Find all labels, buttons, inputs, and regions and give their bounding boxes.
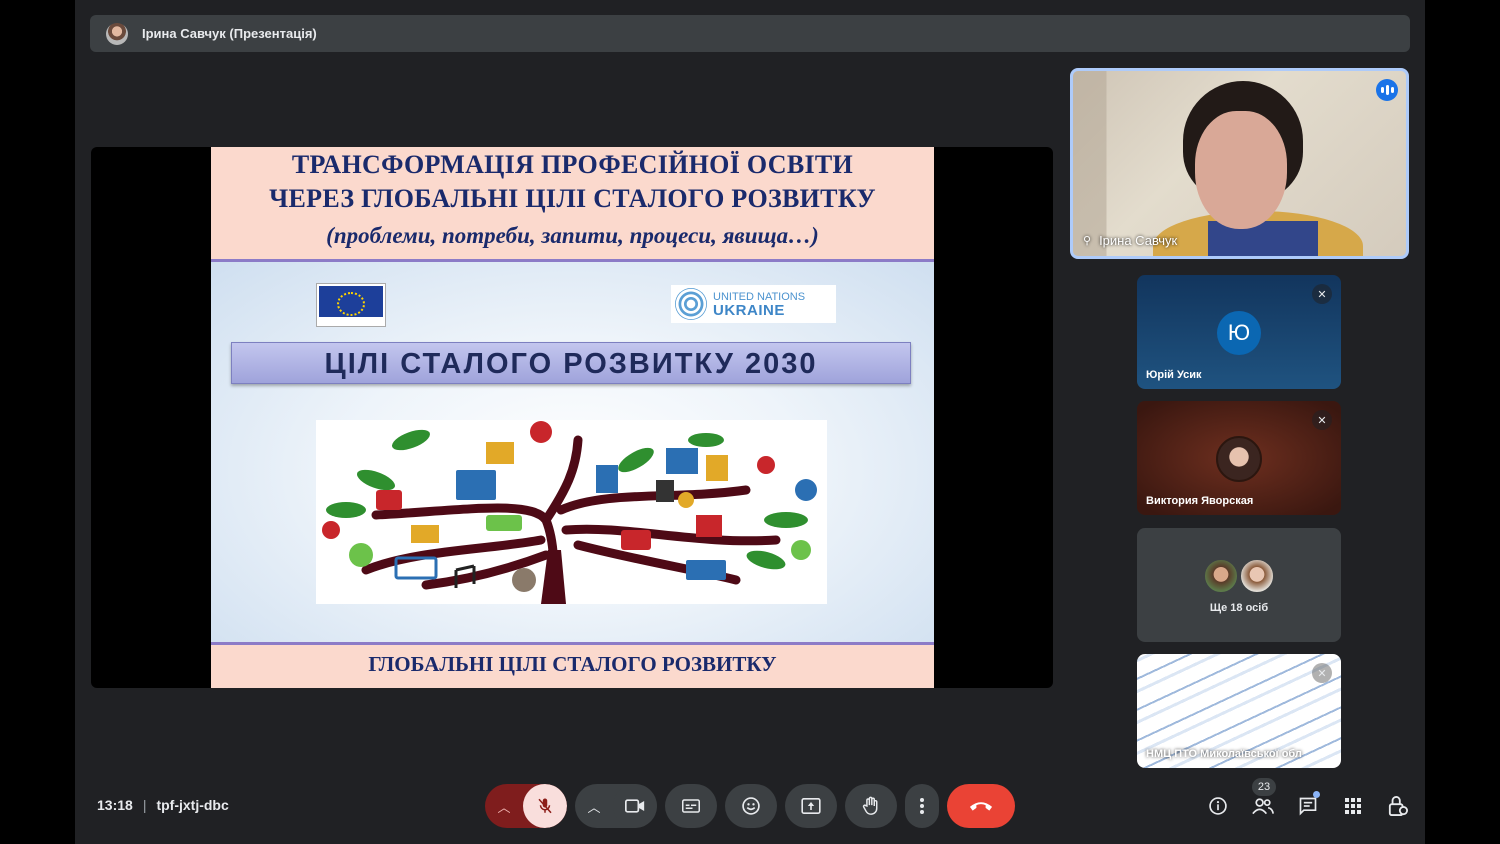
mic-off-icon: ✕ <box>1312 284 1332 304</box>
participant-avatar <box>1203 558 1239 594</box>
pin-icon[interactable]: ⚲ <box>1083 234 1091 247</box>
slide-subtitle: (проблеми, потреби, запити, процеси, яви… <box>326 223 819 248</box>
captions-button[interactable] <box>665 784 717 828</box>
tree-of-icons-image <box>322 421 817 604</box>
mic-off-icon <box>538 798 552 814</box>
meeting-code[interactable]: tpf-jxtj-dbc <box>156 797 228 813</box>
info-icon <box>1208 797 1227 815</box>
presenter-avatar <box>106 22 128 45</box>
video-options-chevron-icon[interactable]: ︿ <box>575 784 613 828</box>
presenter-title: Ірина Савчук (Презентація) <box>142 26 317 41</box>
more-vert-icon <box>920 798 924 814</box>
meeting-info: 13:18 | tpf-jxtj-dbc <box>97 797 229 813</box>
active-speaker-tile[interactable]: ⚲ Ірина Савчук <box>1070 68 1409 259</box>
slide-title-line2: ЧЕРЕЗ ГЛОБАЛЬНІ ЦІЛІ СТАЛОГО РОЗВИТКУ <box>269 184 876 213</box>
people-icon <box>1251 798 1274 815</box>
un-emblem-icon <box>675 288 707 320</box>
mic-off-button[interactable] <box>523 784 567 828</box>
slide-footer: ГЛОБАЛЬНІ ЦІЛІ СТАЛОГО РОЗВИТКУ <box>368 652 777 676</box>
microphone-control: ︿ <box>485 784 567 828</box>
un-logo-line2: UKRAINE <box>713 302 785 319</box>
speaker-name: ⚲ Ірина Савчук <box>1083 233 1177 248</box>
present-screen-icon <box>801 798 821 814</box>
speaker-shirt <box>1208 221 1318 256</box>
slide-header: ТРАНСФОРМАЦІЯ ПРОФЕСІЙНОЇ ОСВІТИ ЧЕРЕЗ Г… <box>211 147 934 257</box>
un-ukraine-logo: UNITED NATIONS UKRAINE <box>671 285 836 323</box>
lock-person-icon <box>1388 796 1408 816</box>
slide-body: UNITED NATIONS UKRAINE ЦІЛІ СТАЛОГО РОЗВ… <box>211 259 934 645</box>
side-panel-buttons: 23 <box>1195 778 1420 832</box>
speaker-video <box>1153 81 1373 256</box>
people-count-badge: 23 <box>1252 778 1276 796</box>
clock: 13:18 <box>97 797 133 813</box>
eu-flag-logo <box>317 284 385 326</box>
camera-control: ︿ <box>575 784 657 828</box>
participant-name: Виктория Яворская <box>1146 495 1254 507</box>
participant-tile-viktoriya[interactable]: ✕ Виктория Яворская <box>1137 401 1341 515</box>
participant-tile-nmts[interactable]: ✕ НМЦ ПТО Миколаївської обл <box>1137 654 1341 768</box>
separator: | <box>142 797 147 813</box>
raise-hand-icon <box>862 796 878 815</box>
raise-hand-button[interactable] <box>845 784 897 828</box>
people-button[interactable]: 23 <box>1240 778 1285 826</box>
speaker-face <box>1195 111 1287 229</box>
bottom-control-bar: 13:18 | tpf-jxtj-dbc ︿ ︿ 23 <box>75 778 1425 832</box>
activities-button[interactable] <box>1330 786 1375 826</box>
leave-call-button[interactable] <box>947 784 1015 828</box>
audio-options-chevron-icon[interactable]: ︿ <box>485 784 523 828</box>
eu-caption-strip <box>319 317 383 324</box>
emoji-button[interactable] <box>725 784 777 828</box>
goals-banner: ЦІЛІ СТАЛОГО РОЗВИТКУ 2030 <box>231 342 911 384</box>
slide: ТРАНСФОРМАЦІЯ ПРОФЕСІЙНОЇ ОСВІТИ ЧЕРЕЗ Г… <box>211 147 934 688</box>
chat-button[interactable] <box>1285 786 1330 826</box>
tree-illustration <box>316 420 827 604</box>
eu-stars <box>337 292 365 316</box>
slide-title-line1: ТРАНСФОРМАЦІЯ ПРОФЕСІЙНОЇ ОСВІТИ <box>291 150 854 179</box>
videocam-icon <box>625 799 645 813</box>
present-button[interactable] <box>785 784 837 828</box>
speaking-indicator-icon <box>1376 79 1398 101</box>
participant-avatar <box>1216 436 1262 482</box>
call-controls: ︿ ︿ <box>485 783 1015 829</box>
call-end-icon <box>969 802 993 811</box>
camera-button[interactable] <box>613 784 657 828</box>
meet-window: Ірина Савчук (Презентація) ТРАНСФОРМАЦІЯ… <box>75 0 1425 844</box>
host-controls-button[interactable] <box>1375 786 1420 826</box>
participant-name: НМЦ ПТО Миколаївської обл <box>1146 748 1302 760</box>
speaker-name-label: Ірина Савчук <box>1099 233 1178 248</box>
participant-initial-avatar: Ю <box>1217 311 1261 355</box>
participant-tile-yuriy[interactable]: ✕ Ю Юрій Усик <box>1137 275 1341 389</box>
closed-caption-icon <box>682 799 700 813</box>
more-participants-tile[interactable]: Ще 18 осіб <box>1137 528 1341 642</box>
meeting-details-button[interactable] <box>1195 786 1240 826</box>
chat-icon <box>1299 797 1316 816</box>
participant-avatar <box>1239 558 1275 594</box>
apps-icon <box>1344 798 1361 814</box>
un-logo-text: UNITED NATIONS UKRAINE <box>713 290 805 318</box>
presentation-stage[interactable]: ТРАНСФОРМАЦІЯ ПРОФЕСІЙНОЇ ОСВІТИ ЧЕРЕЗ Г… <box>91 147 1053 688</box>
chat-unread-dot <box>1313 791 1320 798</box>
participant-name: Юрій Усик <box>1146 369 1202 381</box>
more-options-button[interactable] <box>905 784 939 828</box>
emoji-icon <box>742 797 760 815</box>
mic-off-icon: ✕ <box>1312 410 1332 430</box>
presenter-bar[interactable]: Ірина Савчук (Презентація) <box>90 15 1410 52</box>
mic-off-icon: ✕ <box>1312 663 1332 683</box>
more-participants-label: Ще 18 осіб <box>1209 602 1269 614</box>
